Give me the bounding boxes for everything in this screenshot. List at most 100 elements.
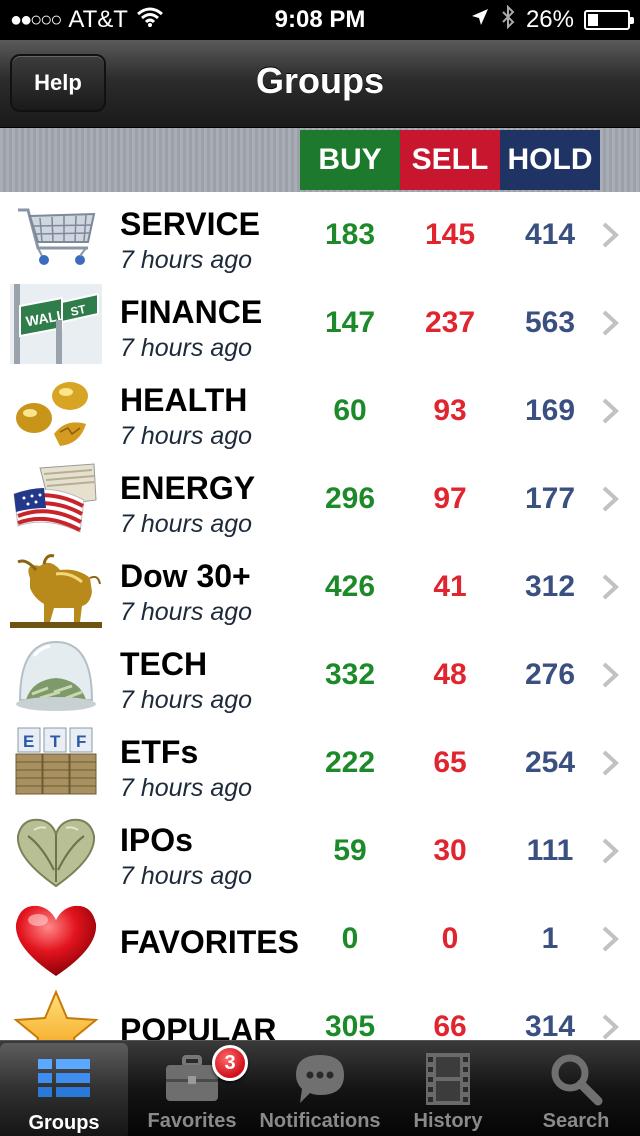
group-updated: 7 hours ago	[120, 510, 253, 538]
sell-count: 97	[433, 482, 467, 515]
buy-column-header: BUY	[300, 130, 400, 190]
group-updated: 7 hours ago	[120, 334, 253, 362]
flag-money-icon	[10, 460, 102, 540]
svg-text:E: E	[23, 732, 34, 751]
group-row-favorites[interactable]: FAVORITES 0 0 1	[0, 896, 640, 984]
money-dome-icon	[10, 636, 102, 716]
group-row-service[interactable]: SERVICE 7 hours ago 183 145 414	[0, 192, 640, 280]
group-name: POPULAR	[120, 1012, 277, 1040]
hold-count: 276	[524, 658, 576, 691]
group-updated: 7 hours ago	[120, 774, 253, 802]
buy-count: 59	[333, 834, 367, 867]
hold-count: 1	[541, 922, 559, 955]
status-time: 9:08 PM	[274, 6, 366, 33]
group-updated: 7 hours ago	[120, 686, 253, 714]
svg-text:F: F	[76, 732, 86, 751]
buy-count: 0	[341, 922, 359, 955]
chevron-right-icon	[602, 750, 619, 776]
groups-list: SERVICE 7 hours ago 183 145 414 WALL ST …	[0, 192, 640, 1040]
star-icon	[10, 988, 102, 1040]
help-button[interactable]: Help	[10, 54, 106, 112]
group-updated: 7 hours ago	[120, 422, 253, 450]
hold-count: 314	[524, 1010, 576, 1040]
hold-count: 254	[524, 746, 576, 779]
group-updated: 7 hours ago	[120, 246, 253, 274]
chevron-right-icon	[602, 574, 619, 600]
group-updated: 7 hours ago	[120, 862, 253, 890]
sell-count: 30	[433, 834, 467, 867]
group-row-ipos[interactable]: IPOs 7 hours ago 59 30 111	[0, 808, 640, 896]
buy-count: 60	[333, 394, 367, 427]
golden-eggs-icon	[10, 372, 102, 452]
hold-count: 111	[526, 834, 574, 867]
hold-column-header: HOLD	[500, 130, 600, 190]
buy-count: 147	[324, 306, 376, 339]
sell-count: 41	[433, 570, 467, 603]
bluetooth-icon	[500, 4, 516, 36]
speech-bubble-icon	[292, 1051, 348, 1107]
tab-label: History	[413, 1110, 483, 1132]
chevron-right-icon	[602, 310, 619, 336]
tab-groups[interactable]: Groups	[0, 1043, 128, 1136]
group-name: FAVORITES	[120, 924, 299, 960]
chevron-right-icon	[602, 222, 619, 248]
tab-favorites[interactable]: 3 Favorites	[128, 1041, 256, 1136]
hold-count: 563	[524, 306, 576, 339]
chevron-right-icon	[602, 486, 619, 512]
sell-count: 0	[441, 922, 459, 955]
sell-count: 93	[433, 394, 467, 427]
battery-percent: 26%	[525, 6, 574, 33]
group-name: ETFs	[120, 734, 199, 770]
chevron-right-icon	[602, 1014, 619, 1040]
hold-count: 414	[524, 218, 576, 251]
group-name: Dow 30+	[120, 558, 251, 594]
group-name: IPOs	[120, 822, 193, 858]
hold-count: 312	[524, 570, 576, 603]
group-name: FINANCE	[120, 294, 263, 330]
chevron-right-icon	[602, 398, 619, 424]
carrier-label: AT&T	[68, 6, 128, 33]
group-row-popular[interactable]: POPULAR 305 66 314	[0, 984, 640, 1040]
column-header-bar: BUY SELL HOLD	[0, 128, 640, 192]
buy-count: 332	[324, 658, 376, 691]
sell-count: 145	[424, 218, 476, 251]
tab-label: Groups	[28, 1112, 100, 1134]
tab-search[interactable]: Search	[512, 1041, 640, 1136]
group-updated: 7 hours ago	[120, 598, 253, 626]
group-name: ENERGY	[120, 470, 256, 506]
wall-street-sign-icon: WALL ST	[10, 284, 102, 364]
group-row-energy[interactable]: ENERGY 7 hours ago 296 97 177	[0, 456, 640, 544]
buy-count: 426	[324, 570, 376, 603]
group-row-finance[interactable]: WALL ST FINANCE 7 hours ago 147 237 563	[0, 280, 640, 368]
group-row-dow-30[interactable]: Dow 30+ 7 hours ago 426 41 312	[0, 544, 640, 632]
buy-count: 183	[324, 218, 376, 251]
chevron-right-icon	[602, 662, 619, 688]
status-bar: ●●○○○ AT&T 9:08 PM 26%	[0, 0, 640, 40]
group-row-tech[interactable]: TECH 7 hours ago 332 48 276	[0, 632, 640, 720]
notification-badge: 3	[212, 1045, 248, 1081]
tab-history[interactable]: History	[384, 1041, 512, 1136]
status-right: 26%	[400, 4, 634, 36]
film-strip-icon	[420, 1051, 476, 1107]
chevron-right-icon	[602, 926, 619, 952]
magnifier-icon	[548, 1051, 604, 1107]
signal-strength-icon: ●●○○○	[10, 8, 62, 31]
group-row-health[interactable]: HEALTH 7 hours ago 60 93 169	[0, 368, 640, 456]
etf-coins-icon: E T F	[10, 724, 102, 804]
tab-label: Notifications	[259, 1110, 381, 1132]
sell-count: 237	[424, 306, 476, 339]
golden-bull-icon	[10, 548, 102, 628]
sell-count: 65	[433, 746, 467, 779]
tab-label: Search	[542, 1110, 610, 1132]
sell-count: 66	[433, 1010, 467, 1040]
sell-column-header: SELL	[400, 130, 500, 190]
heart-icon	[10, 900, 102, 980]
group-row-etfs[interactable]: E T F ETFs 7 hours ago 222 65 254	[0, 720, 640, 808]
hold-count: 169	[524, 394, 576, 427]
shopping-cart-icon	[10, 196, 102, 276]
chevron-right-icon	[602, 838, 619, 864]
group-name: SERVICE	[120, 206, 260, 242]
tab-notifications[interactable]: Notifications	[256, 1041, 384, 1136]
navigation-bar: Help Groups	[0, 40, 640, 128]
hold-count: 177	[524, 482, 576, 515]
